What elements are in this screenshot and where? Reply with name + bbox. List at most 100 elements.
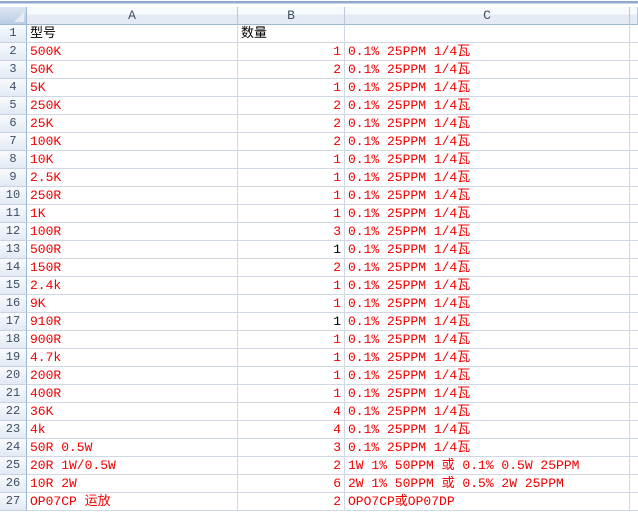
cell-a11[interactable]: 1K — [27, 205, 238, 223]
row-header-13[interactable]: 13 — [0, 241, 27, 259]
cell-d17[interactable] — [630, 313, 638, 331]
cell-b25[interactable]: 2 — [238, 457, 345, 475]
cell-b27[interactable]: 2 — [238, 493, 345, 511]
cell-a22[interactable]: 36K — [27, 403, 238, 421]
row-header-20[interactable]: 20 — [0, 367, 27, 385]
row-header-6[interactable]: 6 — [0, 115, 27, 133]
cell-d27[interactable] — [630, 493, 638, 511]
row-header-16[interactable]: 16 — [0, 295, 27, 313]
cell-a10[interactable]: 250R — [27, 187, 238, 205]
column-header-a[interactable]: A — [27, 7, 238, 25]
cell-d22[interactable] — [630, 403, 638, 421]
row-header-17[interactable]: 17 — [0, 313, 27, 331]
cell-d1[interactable] — [630, 25, 638, 43]
cell-d26[interactable] — [630, 475, 638, 493]
cell-c9[interactable]: 0.1% 25PPM 1/4瓦 — [345, 169, 630, 187]
cell-a5[interactable]: 250K — [27, 97, 238, 115]
cell-c21[interactable]: 0.1% 25PPM 1/4瓦 — [345, 385, 630, 403]
row-header-24[interactable]: 24 — [0, 439, 27, 457]
cell-c24[interactable]: 0.1% 25PPM 1/4瓦 — [345, 439, 630, 457]
row-header-11[interactable]: 11 — [0, 205, 27, 223]
column-header-d-sliver[interactable] — [630, 7, 638, 25]
cell-d25[interactable] — [630, 457, 638, 475]
cell-d18[interactable] — [630, 331, 638, 349]
row-header-2[interactable]: 2 — [0, 43, 27, 61]
cell-c17[interactable]: 0.1% 25PPM 1/4瓦 — [345, 313, 630, 331]
row-header-22[interactable]: 22 — [0, 403, 27, 421]
row-header-9[interactable]: 9 — [0, 169, 27, 187]
cell-b1[interactable]: 数量 — [238, 25, 345, 43]
row-header-21[interactable]: 21 — [0, 385, 27, 403]
cell-d4[interactable] — [630, 79, 638, 97]
row-header-15[interactable]: 15 — [0, 277, 27, 295]
row-header-18[interactable]: 18 — [0, 331, 27, 349]
cell-c22[interactable]: 0.1% 25PPM 1/4瓦 — [345, 403, 630, 421]
cell-a21[interactable]: 400R — [27, 385, 238, 403]
row-header-23[interactable]: 23 — [0, 421, 27, 439]
cell-b16[interactable]: 1 — [238, 295, 345, 313]
cell-c25[interactable]: 1W 1% 50PPM 或 0.1% 0.5W 25PPM — [345, 457, 630, 475]
cell-a23[interactable]: 4k — [27, 421, 238, 439]
cell-c27[interactable]: OPO7CP或OP07DP — [345, 493, 630, 511]
cell-b26[interactable]: 6 — [238, 475, 345, 493]
cell-b21[interactable]: 1 — [238, 385, 345, 403]
cell-b13[interactable]: 1 — [238, 241, 345, 259]
cell-d6[interactable] — [630, 115, 638, 133]
cell-d23[interactable] — [630, 421, 638, 439]
cell-b24[interactable]: 3 — [238, 439, 345, 457]
cell-c15[interactable]: 0.1% 25PPM 1/4瓦 — [345, 277, 630, 295]
cell-a26[interactable]: 10R 2W — [27, 475, 238, 493]
cell-b22[interactable]: 4 — [238, 403, 345, 421]
cell-b11[interactable]: 1 — [238, 205, 345, 223]
row-header-27[interactable]: 27 — [0, 493, 27, 511]
column-header-b[interactable]: B — [238, 7, 345, 25]
cell-a15[interactable]: 2.4k — [27, 277, 238, 295]
cell-c16[interactable]: 0.1% 25PPM 1/4瓦 — [345, 295, 630, 313]
cell-a16[interactable]: 9K — [27, 295, 238, 313]
row-header-1[interactable]: 1 — [0, 25, 27, 43]
cell-c10[interactable]: 0.1% 25PPM 1/4瓦 — [345, 187, 630, 205]
cell-a19[interactable]: 4.7k — [27, 349, 238, 367]
cell-b8[interactable]: 1 — [238, 151, 345, 169]
cell-a20[interactable]: 200R — [27, 367, 238, 385]
cell-c7[interactable]: 0.1% 25PPM 1/4瓦 — [345, 133, 630, 151]
cell-a18[interactable]: 900R — [27, 331, 238, 349]
cell-c11[interactable]: 0.1% 25PPM 1/4瓦 — [345, 205, 630, 223]
row-header-7[interactable]: 7 — [0, 133, 27, 151]
cell-a17[interactable]: 910R — [27, 313, 238, 331]
row-header-14[interactable]: 14 — [0, 259, 27, 277]
cell-b2[interactable]: 1 — [238, 43, 345, 61]
cell-b15[interactable]: 1 — [238, 277, 345, 295]
cell-a24[interactable]: 50R 0.5W — [27, 439, 238, 457]
cell-c1[interactable] — [345, 25, 630, 43]
cell-b20[interactable]: 1 — [238, 367, 345, 385]
row-header-3[interactable]: 3 — [0, 61, 27, 79]
cell-b6[interactable]: 2 — [238, 115, 345, 133]
row-header-8[interactable]: 8 — [0, 151, 27, 169]
cell-b10[interactable]: 1 — [238, 187, 345, 205]
cell-d7[interactable] — [630, 133, 638, 151]
row-header-10[interactable]: 10 — [0, 187, 27, 205]
cell-d19[interactable] — [630, 349, 638, 367]
cell-b14[interactable]: 2 — [238, 259, 345, 277]
cell-d12[interactable] — [630, 223, 638, 241]
cell-d24[interactable] — [630, 439, 638, 457]
cell-a1[interactable]: 型号 — [27, 25, 238, 43]
cell-c2[interactable]: 0.1% 25PPM 1/4瓦 — [345, 43, 630, 61]
cell-a14[interactable]: 150R — [27, 259, 238, 277]
cell-b9[interactable]: 1 — [238, 169, 345, 187]
row-header-19[interactable]: 19 — [0, 349, 27, 367]
cell-a3[interactable]: 50K — [27, 61, 238, 79]
cell-a6[interactable]: 25K — [27, 115, 238, 133]
cell-d11[interactable] — [630, 205, 638, 223]
cell-a4[interactable]: 5K — [27, 79, 238, 97]
row-header-25[interactable]: 25 — [0, 457, 27, 475]
row-header-5[interactable]: 5 — [0, 97, 27, 115]
cell-c4[interactable]: 0.1% 25PPM 1/4瓦 — [345, 79, 630, 97]
cell-c23[interactable]: 0.1% 25PPM 1/4瓦 — [345, 421, 630, 439]
cell-c12[interactable]: 0.1% 25PPM 1/4瓦 — [345, 223, 630, 241]
cell-b23[interactable]: 4 — [238, 421, 345, 439]
cell-a8[interactable]: 10K — [27, 151, 238, 169]
cell-a13[interactable]: 500R — [27, 241, 238, 259]
cell-c8[interactable]: 0.1% 25PPM 1/4瓦 — [345, 151, 630, 169]
